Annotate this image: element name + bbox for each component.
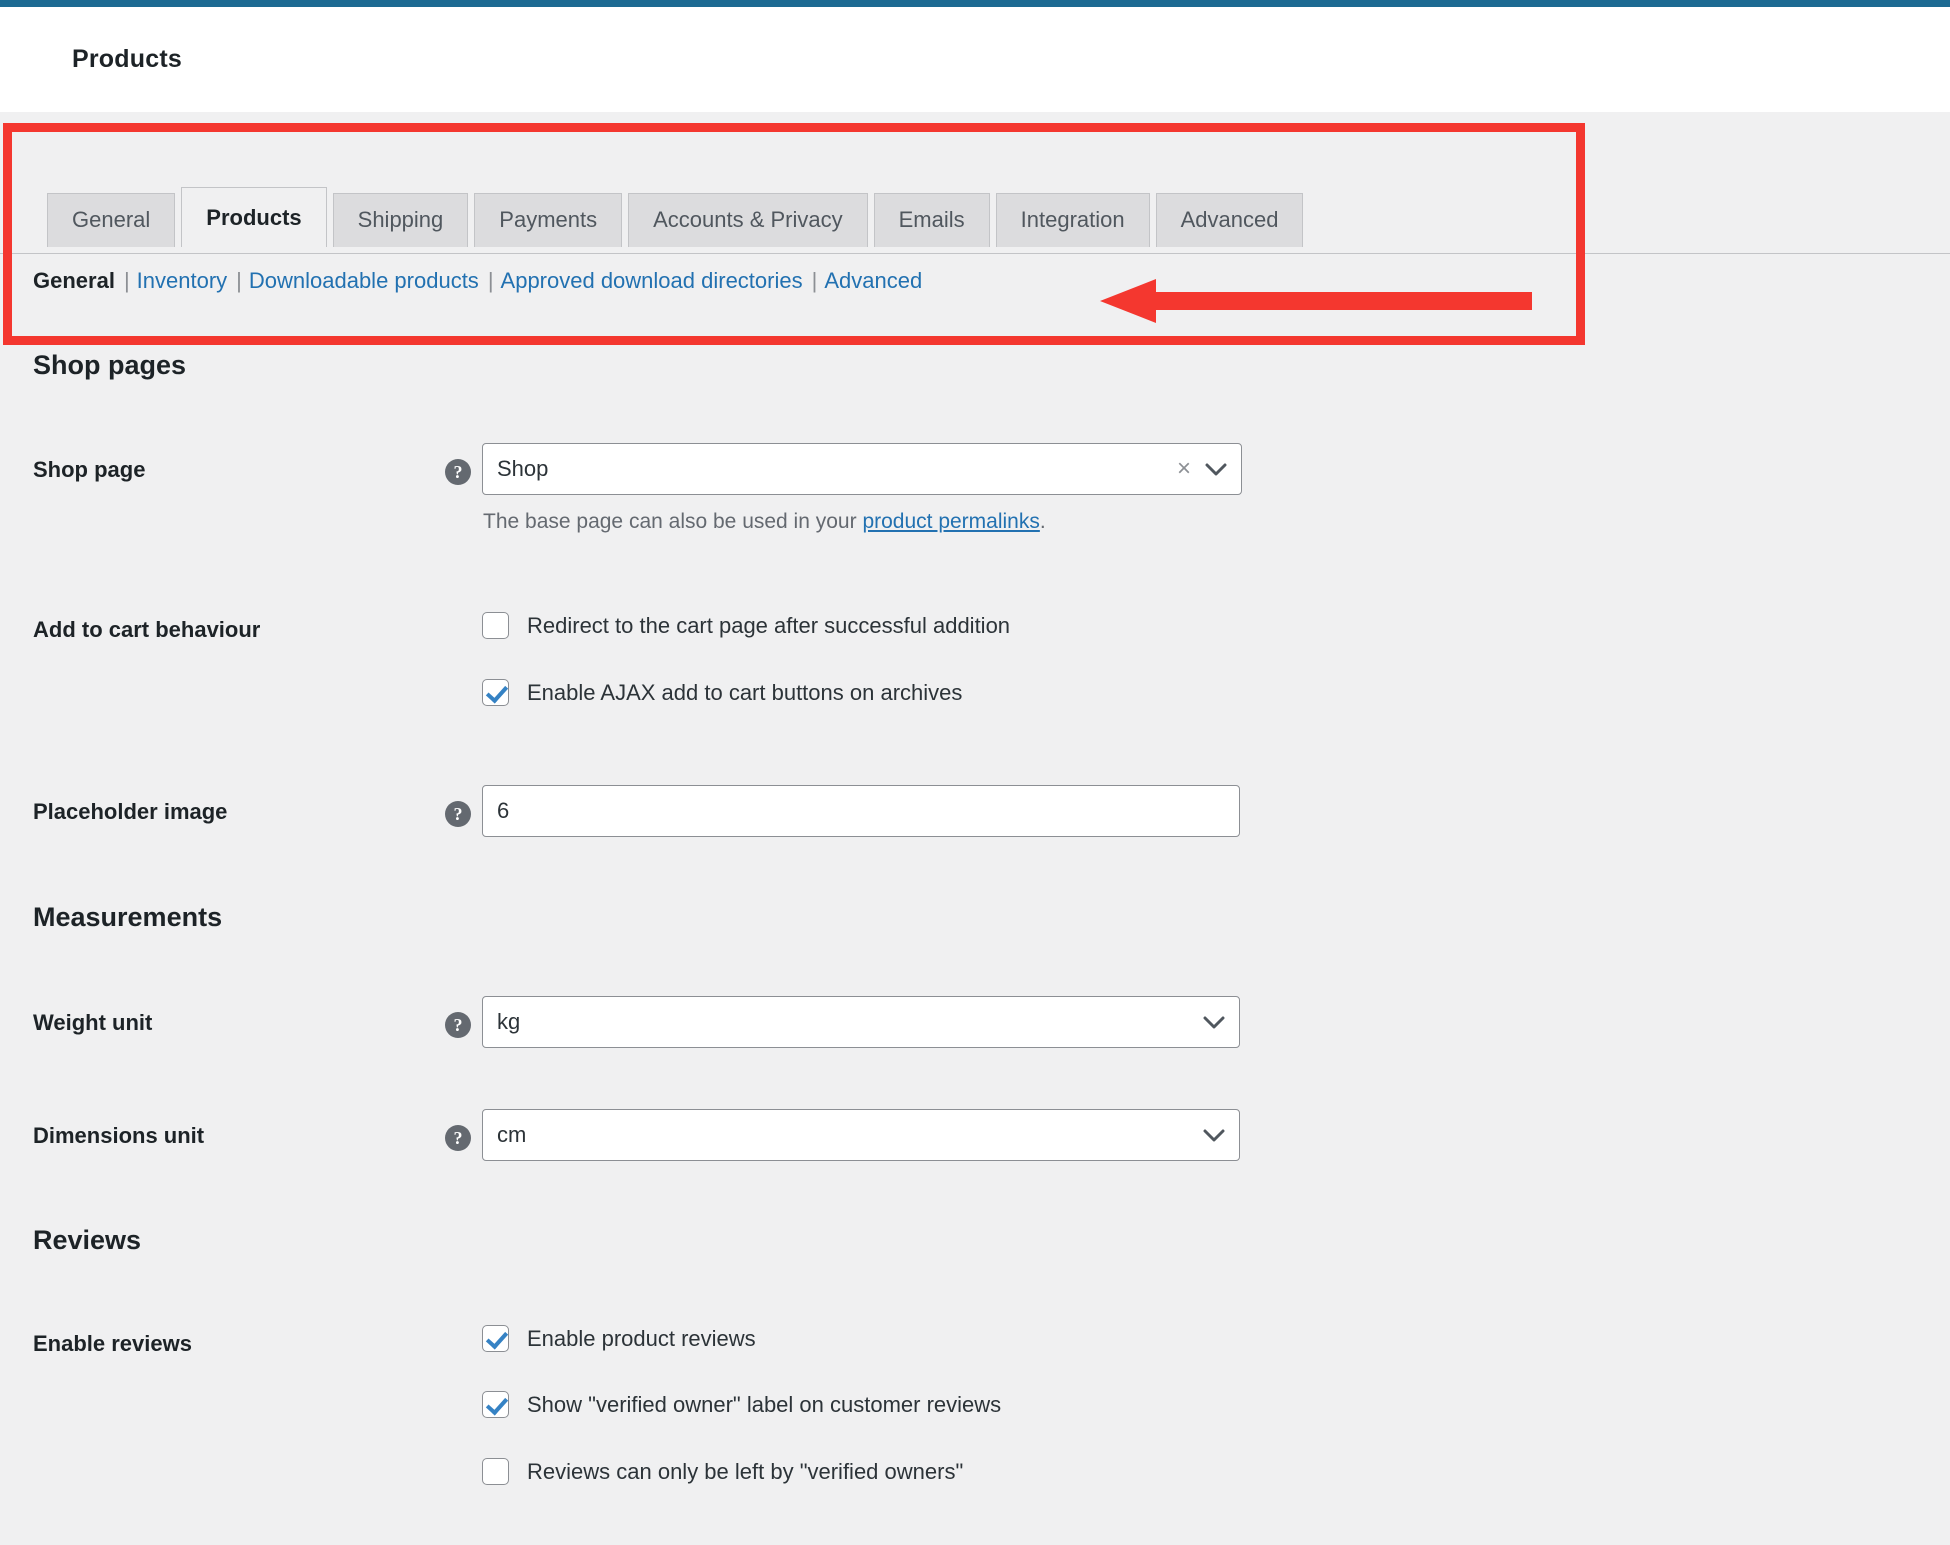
checkbox-redirect-to-cart[interactable] [482,612,509,639]
checkbox-label-enable-product-reviews: Enable product reviews [527,1325,756,1351]
tab-integration[interactable]: Integration [995,193,1150,248]
page-header: Products [0,7,1950,112]
subnav-separator: | [811,268,818,293]
dimensions-unit-value: cm [497,1122,527,1147]
subnav-item-approved-download-directories[interactable]: Approved download directories [501,268,803,294]
tab-advanced[interactable]: Advanced [1155,193,1304,248]
label-add-to-cart-behaviour: Add to cart behaviour [33,617,261,642]
chevron-down-icon[interactable] [1205,463,1227,476]
subnav: General | Inventory | Downloadable produ… [33,268,922,294]
checkbox-enable-ajax-add-to-cart[interactable] [482,679,509,706]
chevron-down-icon[interactable] [1203,1129,1225,1142]
checkbox-show-verified-owner-label[interactable] [482,1391,509,1418]
checkbox-row-show-verified-owner-label[interactable]: Show "verified owner" label on customer … [482,1391,1001,1418]
help-icon-shop-page[interactable]: ? [445,459,471,485]
tab-underline [0,253,1950,254]
tab-accounts-privacy[interactable]: Accounts & Privacy [628,193,868,248]
subnav-separator: | [487,268,494,293]
subnav-item-inventory[interactable]: Inventory [137,268,228,294]
section-heading-reviews: Reviews [33,1225,142,1255]
checkbox-label-redirect-to-cart: Redirect to the cart page after successf… [527,612,1011,638]
checkbox-row-enable-ajax-add-to-cart[interactable]: Enable AJAX add to cart buttons on archi… [482,679,962,706]
help-icon-weight-unit[interactable]: ? [445,1012,471,1038]
label-shop-page: Shop page [33,457,146,482]
shop-page-description-period: . [1039,510,1046,533]
checkbox-label-show-verified-owner-label: Show "verified owner" label on customer … [527,1391,1002,1417]
checkbox-row-reviews-verified-owners-only[interactable]: Reviews can only be left by "verified ow… [482,1458,963,1485]
subnav-item-advanced[interactable]: Advanced [824,268,922,294]
tab-payments[interactable]: Payments [474,193,623,248]
checkbox-label-enable-ajax-add-to-cart: Enable AJAX add to cart buttons on archi… [527,679,963,705]
section-heading-measurements: Measurements [33,902,223,932]
shop-page-description: The base page can also be used in your p… [483,510,1046,534]
clear-icon[interactable]: × [1177,457,1191,481]
tab-shipping[interactable]: Shipping [332,193,469,248]
shop-page-value: Shop [497,456,549,481]
top-accent-bar [0,0,1950,7]
section-heading-shop-pages: Shop pages [33,350,187,380]
checkbox-row-redirect-to-cart[interactable]: Redirect to the cart page after successf… [482,612,1010,639]
label-placeholder-image: Placeholder image [33,799,228,824]
shop-page-description-text: The base page can also be used in your [483,510,863,533]
help-icon-dimensions-unit[interactable]: ? [445,1125,471,1151]
placeholder-image-input[interactable]: 6 [482,785,1240,837]
dimensions-unit-select[interactable]: cm [482,1109,1240,1161]
subnav-separator: | [123,268,130,293]
label-weight-unit: Weight unit [33,1010,153,1035]
chevron-down-icon[interactable] [1203,1016,1225,1029]
label-enable-reviews: Enable reviews [33,1331,192,1356]
product-permalinks-link[interactable]: product permalinks [862,510,1039,533]
checkbox-reviews-verified-owners-only[interactable] [482,1458,509,1485]
tab-emails[interactable]: Emails [873,193,990,248]
placeholder-image-value: 6 [497,798,510,823]
tab-products[interactable]: Products [181,187,327,248]
label-dimensions-unit: Dimensions unit [33,1123,205,1148]
page-title: Products [72,45,182,73]
checkbox-enable-product-reviews[interactable] [482,1325,509,1352]
help-icon-placeholder-image[interactable]: ? [445,801,471,827]
settings-tab-bar: General Products Shipping Payments Accou… [47,186,1304,248]
weight-unit-value: kg [497,1009,521,1034]
subnav-item-general[interactable]: General [33,268,115,294]
shop-page-select[interactable]: Shop × [482,443,1242,495]
subnav-separator: | [236,268,242,293]
subnav-item-downloadable-products[interactable]: Downloadable products [249,268,479,294]
checkbox-label-reviews-verified-owners-only: Reviews can only be left by "verified ow… [527,1458,964,1484]
weight-unit-select[interactable]: kg [482,996,1240,1048]
checkbox-row-enable-product-reviews[interactable]: Enable product reviews [482,1325,756,1352]
tab-general[interactable]: General [47,193,176,248]
